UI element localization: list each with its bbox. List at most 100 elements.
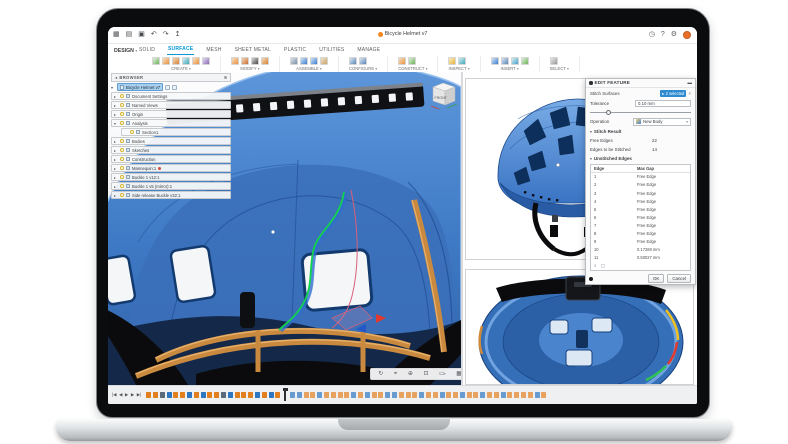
tool-icon[interactable] (172, 57, 180, 65)
unstitched-edges-section[interactable]: ▾ Unstitched Edges (590, 154, 691, 163)
visibility-bulb-icon[interactable] (120, 166, 124, 170)
viewport-helmet-top[interactable] (465, 269, 694, 385)
operation-select[interactable]: New Body ▾ (633, 118, 691, 126)
skip-start-icon[interactable]: |◀ (112, 392, 117, 398)
visibility-bulb-icon[interactable] (120, 157, 124, 161)
tool-icon[interactable] (300, 57, 308, 65)
step-back-icon[interactable]: ◀ (119, 392, 122, 398)
fit-icon[interactable]: ⊡ (424, 369, 429, 379)
pan-icon[interactable]: ⌖ (394, 369, 397, 379)
export-icon[interactable]: ↥ (175, 30, 181, 40)
timeline-feature-icon[interactable] (494, 392, 499, 398)
timeline-feature-icon[interactable] (521, 392, 526, 398)
timeline-feature-icon[interactable] (160, 392, 165, 398)
timeline-feature-icon[interactable] (399, 392, 404, 398)
tree-item-bodies[interactable]: ▸Bodies (111, 137, 231, 145)
timeline-feature-icon[interactable] (412, 392, 417, 398)
timeline-feature-icon[interactable] (358, 392, 363, 398)
save-icon[interactable]: ▣ (138, 30, 145, 40)
tab-surface[interactable]: SURFACE (167, 45, 194, 55)
timeline-feature-icon[interactable] (453, 392, 458, 398)
timeline-feature-icon[interactable] (528, 392, 533, 398)
gap-table-row[interactable]: 110.50027 mm (591, 254, 690, 262)
timeline-position-marker[interactable] (284, 389, 286, 401)
stitch-selection-chip[interactable]: ▸ 2 selected (660, 90, 686, 97)
timeline-feature-icon[interactable] (180, 392, 185, 398)
cancel-button[interactable]: Cancel (667, 274, 691, 283)
tool-icon[interactable] (290, 57, 298, 65)
slider-handle[interactable] (606, 110, 611, 115)
tree-item-buckle-1-v5-mirror-1[interactable]: ▸Buckle 1 v5 (mirror):1 (111, 182, 231, 190)
timeline-feature-icon[interactable] (262, 392, 267, 398)
visibility-bulb-icon[interactable] (120, 148, 124, 152)
tool-icon[interactable] (521, 57, 529, 65)
timeline-feature-icon[interactable] (187, 392, 192, 398)
timeline-feature-icon[interactable] (541, 392, 546, 398)
timeline-feature-icon[interactable] (514, 392, 519, 398)
tree-item-document-settings[interactable]: ▸Document Settings (111, 92, 231, 100)
timeline-feature-icon[interactable] (419, 392, 424, 398)
tool-icon[interactable] (241, 57, 249, 65)
timeline-feature-icon[interactable] (255, 392, 260, 398)
tree-expand-icon[interactable]: ▾ (111, 85, 115, 90)
timeline-feature-icon[interactable] (207, 392, 212, 398)
visibility-bulb-icon[interactable] (120, 103, 124, 107)
timeline-feature-icon[interactable] (344, 392, 349, 398)
gap-table-row[interactable]: 6Free Edge (591, 213, 690, 221)
tool-icon[interactable] (192, 57, 200, 65)
tool-icon[interactable] (448, 57, 456, 65)
timeline-feature-icon[interactable] (378, 392, 383, 398)
tool-icon[interactable] (251, 57, 259, 65)
viewcube-front-label[interactable]: FRONT (435, 96, 448, 100)
play-icon[interactable]: ▶ (125, 392, 128, 398)
tool-icon[interactable] (359, 57, 367, 65)
tree-expand-icon[interactable]: ▾ (114, 121, 118, 126)
tree-expand-icon[interactable]: ▸ (114, 157, 118, 162)
orbit-icon[interactable]: ↻ (378, 369, 383, 379)
help-icon[interactable]: ? (661, 30, 665, 40)
tool-icon[interactable] (261, 57, 269, 65)
tool-icon[interactable] (398, 57, 406, 65)
gap-table-row[interactable]: 5Free Edge (591, 205, 690, 213)
gap-table-row[interactable]: 1Free Edge (591, 173, 690, 181)
tool-icon[interactable] (202, 57, 210, 65)
tab-sheet-metal[interactable]: SHEET METAL (234, 46, 272, 55)
viewport-main[interactable]: ◂ BROWSER ▾ Bicycle Helmet v7 (108, 72, 461, 385)
tree-item-side-release-buckle-v32-1[interactable]: ▸Side release Buckle v32:1 (111, 191, 231, 199)
visibility-bulb-icon[interactable] (120, 175, 124, 179)
tree-item-buckle-1-v12-1[interactable]: ▸Buckle 1 v12:1 (111, 173, 231, 181)
timeline-feature-icon[interactable] (385, 392, 390, 398)
timeline-feature-icon[interactable] (535, 392, 540, 398)
timeline-feature-icon[interactable] (487, 392, 492, 398)
visibility-bulb-icon[interactable] (120, 94, 124, 98)
timeline-feature-icon[interactable] (297, 392, 302, 398)
dialog-grip-icon[interactable] (589, 277, 593, 281)
tool-icon[interactable] (162, 57, 170, 65)
grid-settings-icon[interactable]: ▦▾ (456, 369, 461, 379)
user-avatar[interactable] (683, 31, 691, 39)
timeline-feature-icon[interactable] (473, 392, 478, 398)
tree-expand-icon[interactable]: ▸ (114, 175, 118, 180)
tool-icon[interactable] (349, 57, 357, 65)
zoom-icon[interactable]: ⊕ (408, 369, 413, 379)
browser-header[interactable]: ◂ BROWSER (111, 73, 231, 82)
timeline-feature-icon[interactable] (440, 392, 445, 398)
stitch-result-section[interactable]: ▾ Stitch Result (590, 127, 691, 136)
root-action-icon-2[interactable] (172, 85, 177, 90)
tool-icon[interactable] (408, 57, 416, 65)
gap-table-row[interactable]: 3Free Edge (591, 189, 690, 197)
gap-table-row[interactable]: 9Free Edge (591, 238, 690, 246)
tree-expand-icon[interactable]: ▸ (114, 139, 118, 144)
timeline-feature-icon[interactable] (153, 392, 158, 398)
timeline-feature-icon[interactable] (235, 392, 240, 398)
tree-item-analysis[interactable]: ▾Analysis (111, 119, 231, 127)
file-menu-icon[interactable]: ▤ (126, 30, 133, 40)
gap-table-row[interactable]: 8Free Edge (591, 229, 690, 237)
tool-icon[interactable] (511, 57, 519, 65)
tool-icon[interactable] (550, 57, 558, 65)
view-cube[interactable]: ⌂ FRONT (426, 78, 460, 110)
tool-icon[interactable] (501, 57, 509, 65)
timeline-feature-icon[interactable] (324, 392, 329, 398)
timeline-feature-icon[interactable] (480, 392, 485, 398)
ok-button[interactable]: OK (648, 274, 664, 283)
